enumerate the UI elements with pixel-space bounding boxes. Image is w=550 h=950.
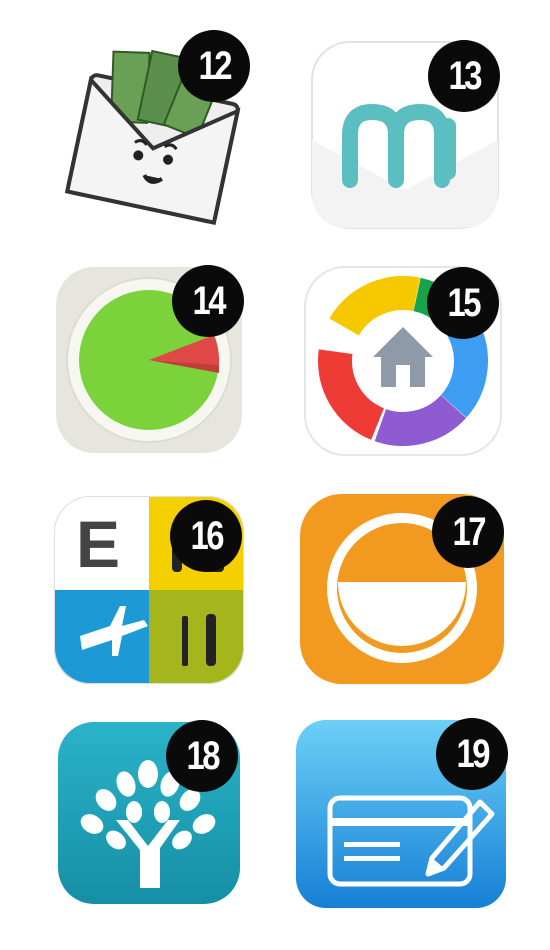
app-tile-15[interactable]: 15 <box>303 265 508 465</box>
number-badge: 19 <box>436 718 508 790</box>
app-tile-17[interactable]: 17 <box>298 492 510 687</box>
app-tile-16[interactable]: E 16 <box>54 496 254 686</box>
app-tile-13[interactable]: 13 <box>310 40 510 230</box>
app-tile-18[interactable]: 18 <box>56 720 256 910</box>
app-tile-12[interactable]: 12 <box>62 30 282 230</box>
number-badge: 13 <box>428 40 500 112</box>
app-tile-14[interactable]: 14 <box>54 265 254 465</box>
app-tile-19[interactable]: 19 <box>294 718 510 912</box>
number-badge: 16 <box>170 500 242 572</box>
number-badge: 12 <box>178 30 250 102</box>
number-badge: 18 <box>166 720 238 792</box>
number-badge: 14 <box>172 265 244 337</box>
number-badge: 15 <box>427 267 499 339</box>
number-badge: 17 <box>432 496 504 568</box>
letter-e: E <box>76 507 121 581</box>
